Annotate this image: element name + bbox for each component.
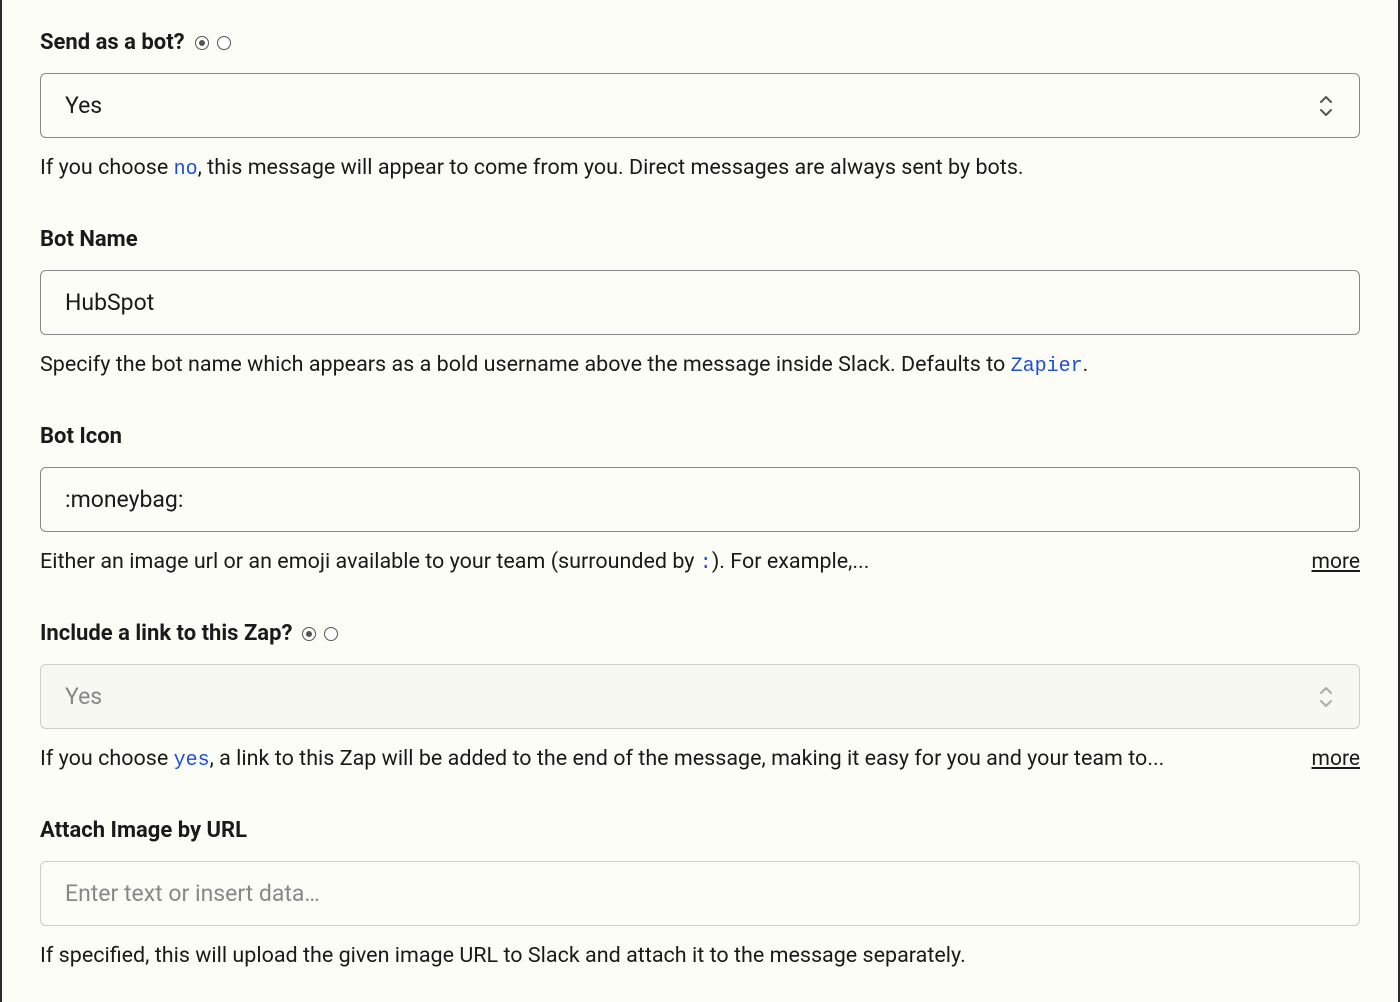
inline-code-zapier: Zapier	[1011, 355, 1083, 378]
bot-name-input[interactable]	[40, 270, 1360, 335]
send-as-bot-select[interactable]: Yes	[40, 73, 1360, 138]
include-link-radio-group	[302, 627, 338, 641]
inline-code-colon: :	[700, 552, 712, 575]
bot-icon-input[interactable]	[40, 467, 1360, 532]
send-as-bot-help: If you choose no, this message will appe…	[40, 152, 1024, 185]
bot-icon-help: Either an image url or an emoji availabl…	[40, 546, 869, 579]
field-include-link: Include a link to this Zap? Yes If you c…	[40, 621, 1360, 776]
field-attach-image: Attach Image by URL If specified, this w…	[40, 818, 1360, 972]
send-as-bot-value: Yes	[65, 92, 102, 119]
bot-name-label: Bot Name	[40, 227, 138, 252]
send-as-bot-label: Send as a bot?	[40, 30, 185, 55]
inline-code-no: no	[174, 158, 198, 181]
send-as-bot-radio-group	[195, 36, 231, 50]
field-send-as-bot: Send as a bot? Yes If you choose no, thi…	[40, 30, 1360, 185]
chevrons-up-down-icon	[1317, 95, 1335, 117]
radio-option-selected[interactable]	[195, 36, 209, 50]
attach-image-label: Attach Image by URL	[40, 818, 247, 843]
include-link-more-link[interactable]: more	[1312, 747, 1360, 771]
inline-code-yes: yes	[174, 749, 210, 772]
attach-image-input[interactable]	[40, 861, 1360, 926]
include-link-select[interactable]: Yes	[40, 664, 1360, 729]
bot-icon-more-link[interactable]: more	[1312, 550, 1360, 574]
radio-option-unselected[interactable]	[217, 36, 231, 50]
radio-option-unselected[interactable]	[324, 627, 338, 641]
chevrons-up-down-icon	[1317, 686, 1335, 708]
bot-icon-label: Bot Icon	[40, 424, 122, 449]
include-link-label: Include a link to this Zap?	[40, 621, 292, 646]
radio-option-selected[interactable]	[302, 627, 316, 641]
field-bot-icon: Bot Icon Either an image url or an emoji…	[40, 424, 1360, 579]
field-bot-name: Bot Name Specify the bot name which appe…	[40, 227, 1360, 382]
bot-name-help: Specify the bot name which appears as a …	[40, 349, 1088, 382]
include-link-help: If you choose yes, a link to this Zap wi…	[40, 743, 1164, 776]
attach-image-help: If specified, this will upload the given…	[40, 940, 966, 972]
include-link-value: Yes	[65, 683, 102, 710]
